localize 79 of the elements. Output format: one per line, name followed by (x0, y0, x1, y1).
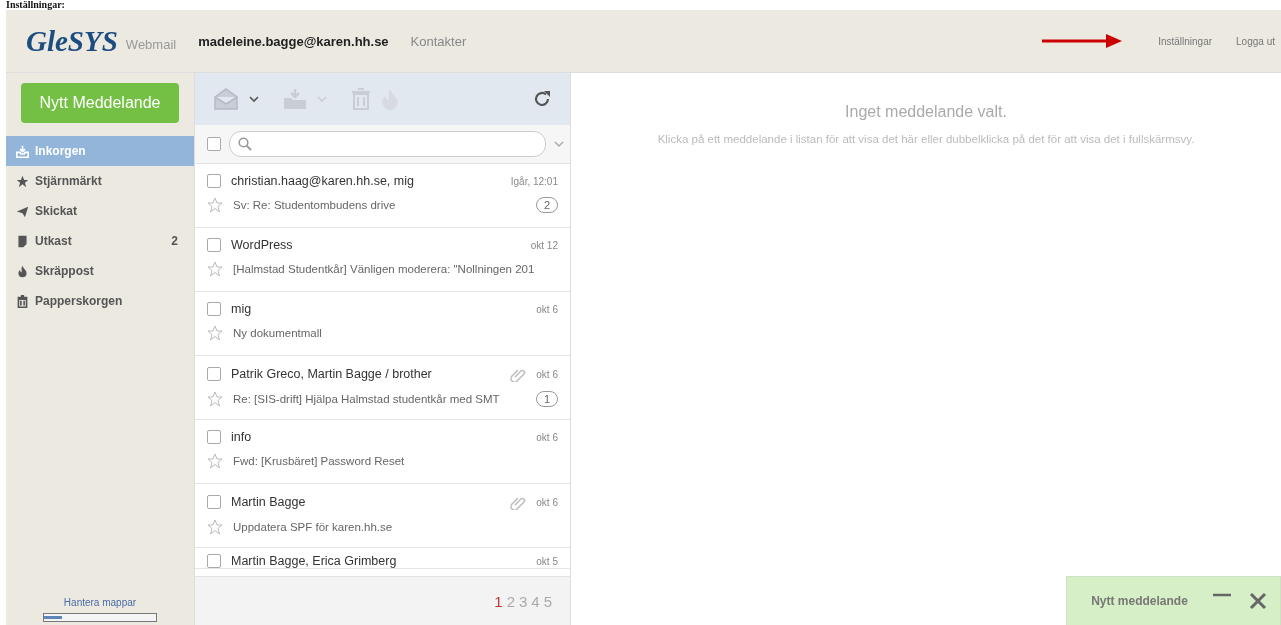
sender: WordPress (231, 238, 294, 252)
folder-name: Utkast (35, 234, 73, 248)
paper-plane-icon (16, 204, 29, 218)
sender: mig (231, 302, 253, 316)
sender: Martin Bagge (231, 495, 307, 509)
search-icon (238, 137, 252, 151)
message-date: okt 5 (536, 555, 558, 567)
search-field[interactable] (229, 131, 546, 157)
star-icon[interactable] (207, 391, 223, 407)
star-icon[interactable] (207, 519, 223, 535)
trash-icon[interactable] (351, 88, 371, 110)
header-link[interactable]: Logga ut (1236, 35, 1275, 47)
message-row[interactable]: Patrik Greco, Martin Bagge / brother okt 6 Re: [SIS-drift] Hjälpa Halmstad studentkår med SMT 1 (195, 356, 570, 420)
inbox-icon (16, 144, 29, 158)
folder-name: Papperskorgen (35, 294, 124, 308)
checkbox[interactable] (207, 174, 221, 188)
close-icon[interactable] (1248, 591, 1268, 611)
message-row[interactable]: mig okt 6 Ny dokumentmall (195, 292, 570, 356)
folder-item[interactable]: Utkast 2 (6, 226, 194, 256)
checkbox[interactable] (207, 554, 221, 568)
message-row[interactable]: christian.haag@karen.hh.se, mig Igår, 12:01 Sv: Re: Studentombudens drive 2 (195, 164, 570, 228)
product-name: Webmail (125, 36, 177, 52)
message-row[interactable]: Martin Bagge okt 6 Uppdatera SPF för karen.hh.se (195, 484, 570, 548)
folder-item[interactable]: Skräppost (6, 256, 194, 286)
folder-item[interactable]: Stjärnmärkt (6, 166, 194, 196)
flame-icon (16, 264, 29, 278)
message-date: okt 6 (536, 496, 558, 508)
message-subject: Uppdatera SPF för karen.hh.se (233, 521, 394, 533)
message-subject: Fwd: [Krusbäret] Password Reset (233, 455, 406, 467)
trash-icon (16, 294, 29, 308)
folder-name: Skräppost (35, 264, 95, 278)
message-date: okt 6 (536, 431, 558, 443)
message-row[interactable]: WordPress okt 12 [Halmstad Studentkår] Vänligen moderera: "Nollningen 201 (195, 228, 570, 292)
folder-name: Skickat (35, 204, 79, 218)
checkbox[interactable] (207, 302, 221, 316)
folder-name: Stjärnmärkt (35, 174, 103, 188)
compose-panel-title: Nytt meddelande (1090, 594, 1189, 608)
sender: info (231, 430, 253, 444)
sender: Martin Bagge, Erica Grimberg (231, 554, 398, 568)
message-date: okt 6 (536, 303, 558, 315)
manage-folders-link[interactable]: Hantera mappar (6, 597, 194, 608)
star-icon[interactable] (207, 261, 223, 277)
message-date: Igår, 12:01 (510, 175, 558, 187)
message-subject: Ny dokumentmall (233, 327, 323, 339)
sender: Patrik Greco, Martin Bagge / brother (231, 367, 433, 381)
checkbox[interactable] (207, 495, 221, 509)
message-date: okt 6 (536, 368, 558, 380)
checkbox[interactable] (207, 367, 221, 381)
caret-icon[interactable] (249, 95, 259, 103)
message-subject: [Halmstad Studentkår] Vänligen moderera: "Nollningen 201 (233, 263, 536, 275)
folder-name: Inkorgen (35, 144, 87, 158)
star-icon[interactable] (207, 325, 223, 341)
star-icon[interactable] (207, 197, 223, 213)
select-all-checkbox[interactable] (207, 137, 221, 151)
star-icon[interactable] (207, 453, 223, 469)
message-row[interactable]: info okt 6 Fwd: [Krusbäret] Password Reset (195, 420, 570, 484)
document-icon (16, 234, 29, 248)
unread-count: 2 (171, 234, 178, 248)
star-icon (16, 174, 29, 188)
folder-item[interactable]: Papperskorgen (6, 286, 194, 316)
message-subject: Sv: Re: Studentombudens drive (233, 199, 397, 211)
checkbox[interactable] (207, 430, 221, 444)
refresh-icon[interactable] (532, 89, 552, 109)
message-subject: Re: [SIS-drift] Hjälpa Halmstad studentkår med SMT (233, 393, 501, 405)
annotation-arrow-icon (1042, 34, 1123, 48)
checkbox[interactable] (207, 238, 221, 252)
header-link[interactable]: Inställningar (1158, 35, 1213, 47)
sender: christian.haag@karen.hh.se, mig (231, 174, 415, 188)
page-link[interactable]: 1 (494, 592, 503, 610)
empty-state-title: Inget meddelande valt. (844, 103, 1008, 121)
envelope-icon[interactable] (213, 88, 239, 110)
logo[interactable]: GleSYS (26, 24, 118, 58)
message-row[interactable]: Martin Bagge, Erica Grimberg okt 5 (195, 548, 570, 569)
folder-item[interactable]: Skickat (6, 196, 194, 226)
compose-panel[interactable]: Nytt meddelande (1066, 576, 1281, 625)
caption-text: Inställningar: (5, 0, 66, 10)
message-date: okt 12 (530, 239, 558, 251)
user-email: madeleine.bagge@karen.hh.se (198, 33, 389, 49)
folder-download-icon[interactable] (283, 88, 307, 110)
